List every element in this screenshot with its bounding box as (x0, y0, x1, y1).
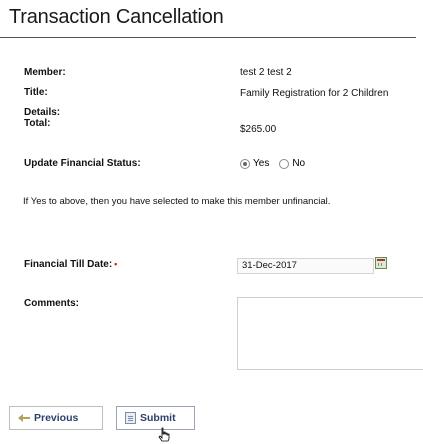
previous-button[interactable]: Previous (9, 406, 103, 430)
till-date-label: Financial Till Date: • (24, 259, 117, 270)
comments-label: Comments: (24, 298, 80, 309)
back-arrow-icon (18, 414, 30, 422)
member-label: Member: (24, 67, 66, 78)
hand-cursor-icon (158, 427, 170, 442)
financial-status-label: Update Financial Status: (24, 158, 141, 169)
total-value: $265.00 (240, 124, 277, 135)
radio-no[interactable]: No (279, 158, 305, 169)
member-value: test 2 test 2 (240, 67, 292, 78)
calendar-icon[interactable] (375, 257, 387, 269)
radio-no-indicator[interactable] (279, 158, 290, 169)
previous-button-label: Previous (34, 412, 79, 424)
details-label: Details: (24, 107, 61, 118)
title-label: Title: (24, 87, 48, 98)
radio-yes-label: Yes (253, 158, 270, 169)
title-divider (0, 37, 416, 38)
radio-yes[interactable]: Yes (240, 158, 269, 169)
radio-yes-indicator[interactable] (240, 158, 250, 169)
required-marker: • (114, 259, 118, 269)
title-value: Family Registration for 2 Children (240, 88, 389, 99)
document-icon (125, 412, 136, 424)
till-date-input[interactable]: 31-Dec-2017 (237, 258, 374, 274)
till-date-label-text: Financial Till Date: (24, 259, 113, 270)
submit-button-label: Submit (140, 412, 176, 424)
submit-button[interactable]: Submit (116, 406, 195, 430)
page-title: Transaction Cancellation (9, 6, 224, 28)
comments-textarea[interactable] (237, 297, 423, 370)
radio-no-label: No (292, 158, 306, 169)
financial-status-radio-group: Yes No (240, 158, 315, 169)
total-label: Total: (24, 118, 51, 129)
financial-status-note: If Yes to above, then you have selected … (23, 196, 331, 207)
